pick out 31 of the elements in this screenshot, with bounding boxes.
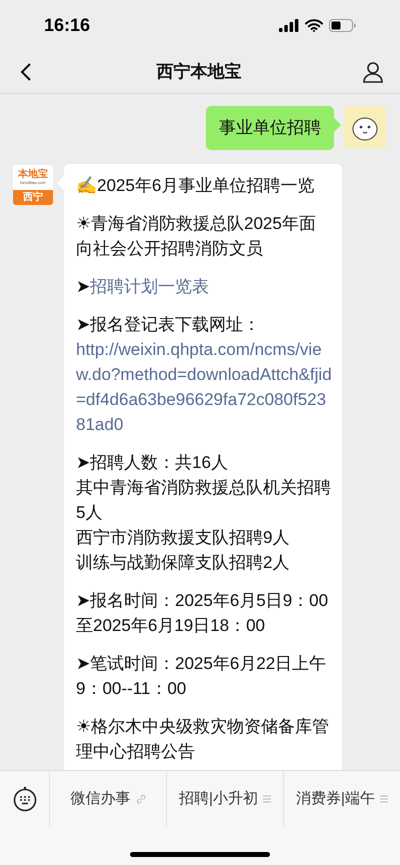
message-text: ➤报名登记表下载网址： xyxy=(76,314,260,336)
message-text: 其中青海省消防救援总队机关招聘5人 xyxy=(76,476,332,524)
profile-icon xyxy=(362,60,384,82)
link[interactable]: 招聘计划一览表 xyxy=(90,274,209,298)
message-text: ➤ xyxy=(76,276,90,298)
message-text: ➤报名时间：2025年6月5日9：00至2025年6月19日18：00 xyxy=(76,590,330,636)
link-icon xyxy=(136,794,146,804)
user-avatar xyxy=(344,106,386,148)
logo-text: 本地宝 xyxy=(18,170,48,180)
menu-icon xyxy=(380,795,388,803)
message-text: ✍2025年6月事业单位招聘一览 xyxy=(76,174,314,196)
signal-icon xyxy=(279,18,299,32)
sent-message: 事业单位招聘 xyxy=(206,106,334,150)
battery-icon xyxy=(329,18,356,32)
menu-item[interactable]: 消费券|端午 xyxy=(284,771,400,827)
keyboard-icon xyxy=(12,786,36,812)
link[interactable]: http://weixin.qhpta.com/ncms/view.do?method=downloadAttch&fjid=df4d6a63be96629fa72c080f52381ad0 xyxy=(76,336,332,436)
back-icon xyxy=(20,62,32,82)
logo-city: 西宁 xyxy=(13,190,53,204)
message-text: ☀青海省消防救援总队2025年面向社会公开招聘消防文员 xyxy=(76,212,317,260)
menu-item[interactable]: 微信办事 xyxy=(50,771,167,827)
wifi-icon xyxy=(305,18,323,32)
message-text: 训练与战勤保障支队招聘2人 xyxy=(76,552,290,574)
menu-icon xyxy=(262,795,271,803)
status-time: 16:16 xyxy=(44,14,90,36)
menu-item[interactable]: 招聘|小升初 xyxy=(167,771,284,827)
message-text: 西宁市消防救援支队招聘9人 xyxy=(76,526,290,548)
message-text: ➤笔试时间：2025年6月22日上午9：00--11：00 xyxy=(76,652,328,700)
chat-title: 西宁本地宝 xyxy=(156,60,242,83)
message-text: ➤招聘人数：共16人 xyxy=(76,452,228,474)
message-text: ☀格尔木中央级救灾物资储备库管理中心招聘公告 xyxy=(76,716,330,762)
